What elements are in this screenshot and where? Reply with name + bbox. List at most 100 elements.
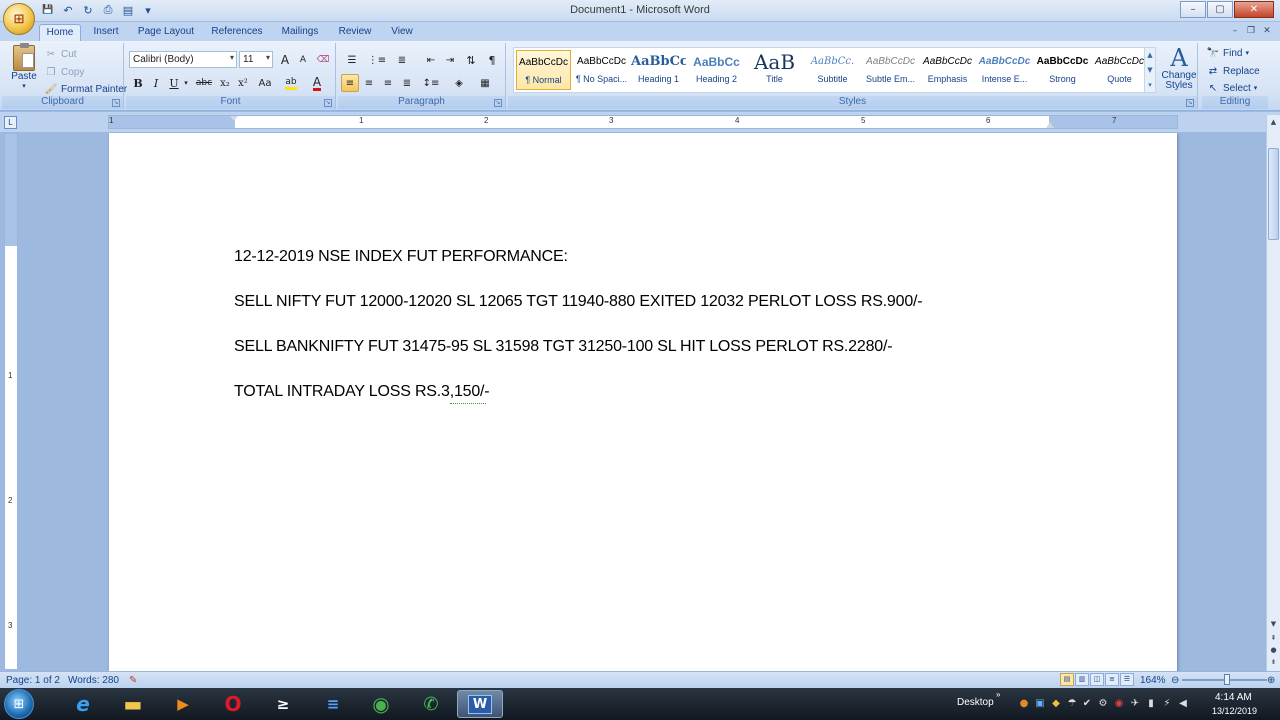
document-line[interactable]: TOTAL INTRADAY LOSS RS.3,150/-	[234, 383, 490, 401]
zoom-slider-thumb[interactable]	[1224, 674, 1230, 685]
tab-mailings[interactable]: Mailings	[275, 24, 325, 41]
clock-time[interactable]: 4:14 AM	[1215, 692, 1252, 703]
vertical-ruler[interactable]: 1 2 3	[4, 133, 18, 670]
align-left-icon[interactable]: ≡	[341, 74, 359, 92]
tray-app-icon[interactable]: ●	[1018, 698, 1030, 710]
align-right-icon[interactable]: ≡	[379, 74, 397, 92]
document-line[interactable]: 12-12-2019 NSE INDEX FUT PERFORMANCE:	[234, 248, 568, 266]
start-button[interactable]: ⊞	[4, 689, 34, 719]
style-heading-1[interactable]: AaBbCc Heading 1	[631, 50, 686, 90]
word-count[interactable]: Words: 280	[68, 675, 119, 686]
taskbar-app-ie[interactable]: e	[60, 690, 106, 718]
increase-indent-icon[interactable]: ⇥	[441, 51, 459, 69]
tab-page-layout[interactable]: Page Layout	[133, 24, 199, 41]
taskbar-app-6[interactable]: ≡	[310, 690, 356, 718]
copy-button[interactable]: ❐ Copy	[44, 65, 85, 79]
tab-review[interactable]: Review	[332, 24, 378, 41]
style-quote[interactable]: AaBbCcDc Quote	[1092, 50, 1147, 90]
document-line[interactable]: SELL NIFTY FUT 12000-12020 SL 12065 TGT …	[234, 293, 923, 311]
tray-app-icon[interactable]: ⚙	[1097, 698, 1109, 710]
styles-launcher-icon[interactable]: ↘	[1186, 99, 1194, 107]
select-button[interactable]: ↖ Select ▾	[1206, 81, 1258, 95]
taskbar-app-5[interactable]: ≥	[260, 690, 306, 718]
scroll-down-icon[interactable]: ▼	[1268, 619, 1279, 630]
shading-icon[interactable]: ◈	[448, 74, 470, 92]
grow-font-button[interactable]: A	[276, 51, 294, 69]
indent-marker-icon[interactable]	[230, 116, 238, 121]
maximize-button[interactable]: ▢	[1207, 1, 1233, 18]
taskbar-app-chrome[interactable]: ◉	[358, 690, 404, 718]
style-intense-emphasis[interactable]: AaBbCcDc Intense E...	[977, 50, 1032, 90]
tab-insert[interactable]: Insert	[86, 24, 126, 41]
superscript-button[interactable]: x²	[234, 74, 252, 92]
tab-home[interactable]: Home	[39, 24, 81, 41]
align-center-icon[interactable]: ≡	[360, 74, 378, 92]
gallery-scroll[interactable]: ▲ ▼ ▾	[1144, 47, 1156, 93]
find-button[interactable]: 🔭 Find ▾	[1206, 46, 1249, 60]
cut-button[interactable]: ✂ Cut	[44, 47, 77, 61]
tab-view[interactable]: View	[384, 24, 420, 41]
tray-app-icon[interactable]: ☂	[1066, 698, 1078, 710]
paragraph-launcher-icon[interactable]: ↘	[494, 99, 502, 107]
page-count[interactable]: Page: 1 of 2	[6, 675, 60, 686]
show-formatting-icon[interactable]: ¶	[483, 51, 501, 69]
style-subtle-emphasis[interactable]: AaBbCcDc Subtle Em...	[863, 50, 918, 90]
taskbar-app-media[interactable]: ▶	[160, 690, 206, 718]
document-line[interactable]: SELL BANKNIFTY FUT 31475-95 SL 31598 TGT…	[234, 338, 893, 356]
style-emphasis[interactable]: AaBbCcDc Emphasis	[920, 50, 975, 90]
style-strong[interactable]: AaBbCcDc Strong	[1035, 50, 1090, 90]
replace-button[interactable]: ⇄ Replace	[1206, 64, 1260, 78]
office-button[interactable]: ⊞	[3, 3, 35, 35]
change-case-button[interactable]: Aa	[254, 74, 276, 92]
style-normal[interactable]: AaBbCcDc ¶ Normal	[516, 50, 571, 90]
clock-date[interactable]: 13/12/2019	[1212, 706, 1257, 716]
font-name-combo[interactable]: Calibri (Body) ▾	[129, 51, 237, 68]
draft-icon[interactable]: ☰	[1120, 673, 1134, 686]
bullets-icon[interactable]: ☰	[341, 51, 363, 69]
next-page-icon[interactable]: ⇟	[1268, 657, 1279, 668]
power-icon[interactable]: ⚡	[1161, 698, 1173, 710]
web-layout-icon[interactable]: ◫	[1090, 673, 1104, 686]
format-painter-button[interactable]: 🖌 Format Painter	[44, 82, 128, 96]
style-heading-2[interactable]: AaBbCc Heading 2	[689, 50, 744, 90]
desktop-toolbar-label[interactable]: Desktop	[957, 697, 994, 708]
justify-icon[interactable]: ≣	[398, 74, 416, 92]
underline-dropdown-icon[interactable]: ▾	[181, 74, 191, 92]
font-color-button[interactable]: A	[306, 74, 328, 92]
line-spacing-icon[interactable]: ↕≡	[420, 74, 442, 92]
ruler-toggle-button[interactable]: L	[4, 116, 17, 129]
multilevel-list-icon[interactable]: ≣	[391, 51, 413, 69]
right-indent-marker-icon[interactable]	[1046, 122, 1054, 128]
style-subtitle[interactable]: AaBbCc. Subtitle	[805, 50, 860, 90]
taskbar-app-whatsapp[interactable]: ✆	[408, 690, 454, 718]
style-no-spacing[interactable]: AaBbCcDc ¶ No Spaci...	[574, 50, 629, 90]
taskbar-app-explorer[interactable]: ▬	[110, 690, 156, 718]
toolbar-overflow-icon[interactable]: »	[996, 690, 1000, 699]
tray-app-icon[interactable]: ▣	[1034, 698, 1046, 710]
decrease-indent-icon[interactable]: ⇤	[422, 51, 440, 69]
scrollbar-thumb[interactable]	[1268, 148, 1279, 240]
doc-restore-button[interactable]: ❐	[1244, 25, 1258, 37]
tab-references[interactable]: References	[205, 24, 269, 41]
strikethrough-button[interactable]: abc	[194, 74, 214, 92]
clipboard-launcher-icon[interactable]: ↘	[112, 99, 120, 107]
zoom-in-icon[interactable]: ⊕	[1267, 675, 1275, 686]
tray-app-icon[interactable]: ✈	[1129, 698, 1141, 710]
zoom-level[interactable]: 164%	[1140, 675, 1166, 686]
full-screen-reading-icon[interactable]: ▥	[1075, 673, 1089, 686]
font-size-combo[interactable]: 11 ▾	[239, 51, 273, 68]
volume-icon[interactable]: ◀	[1177, 698, 1189, 710]
subscript-button[interactable]: x₂	[216, 74, 234, 92]
taskbar-app-opera[interactable]: O	[210, 690, 256, 718]
numbering-icon[interactable]: ⋮≡	[366, 51, 388, 69]
proofing-icon[interactable]: ✎	[129, 675, 137, 686]
borders-icon[interactable]: ▦	[474, 74, 496, 92]
font-launcher-icon[interactable]: ↘	[324, 99, 332, 107]
change-styles-button[interactable]: A Change Styles	[1158, 45, 1200, 91]
taskbar-app-word[interactable]: W	[457, 690, 503, 718]
zoom-out-icon[interactable]: ⊖	[1171, 675, 1179, 686]
select-browse-object-icon[interactable]: ●	[1268, 645, 1279, 656]
highlight-button[interactable]: ab	[280, 74, 302, 92]
clear-formatting-button[interactable]: ⌫	[314, 51, 332, 69]
tray-app-icon[interactable]: ✔	[1081, 698, 1093, 710]
